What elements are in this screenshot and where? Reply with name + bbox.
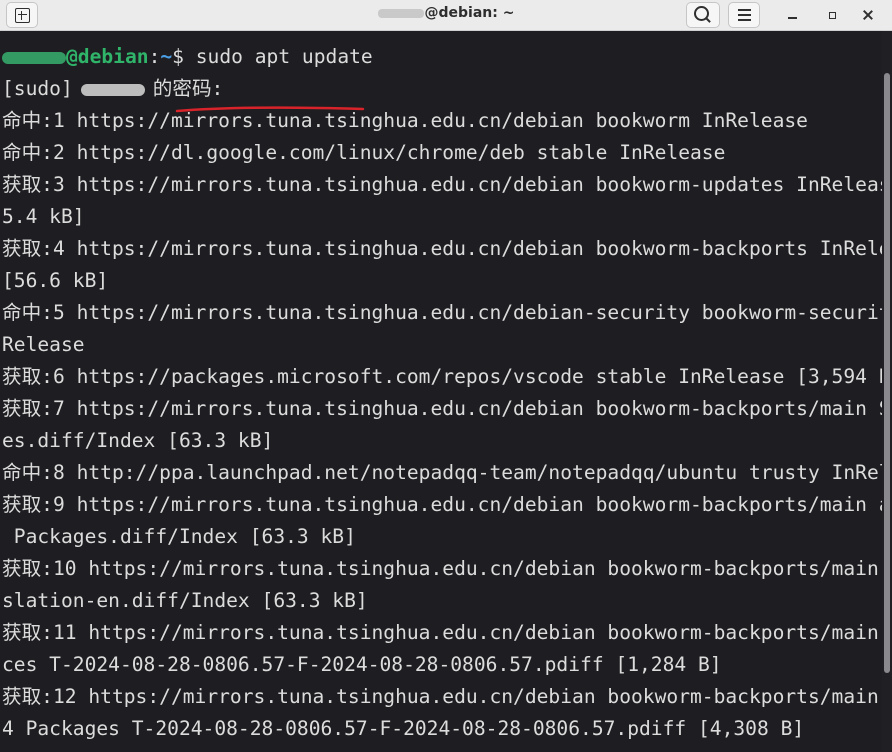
- output-line: 获取:3 https://mirrors.tuna.tsinghua.edu.c…: [2, 173, 882, 196]
- close-button[interactable]: [856, 4, 880, 26]
- search-button[interactable]: [686, 2, 720, 28]
- output-line: 获取:12 https://mirrors.tuna.tsinghua.edu.…: [2, 685, 882, 708]
- redacted-username: [2, 51, 66, 64]
- output-line: 获取:9 https://mirrors.tuna.tsinghua.edu.c…: [2, 493, 882, 516]
- prompt-line: @debian:~$ sudo apt update: [2, 41, 373, 73]
- output-line: 4 Packages T-2024-08-28-0806.57-F-2024-0…: [2, 717, 805, 740]
- output-line: 获取:10 https://mirrors.tuna.tsinghua.edu.…: [2, 557, 882, 580]
- minimize-button[interactable]: [780, 4, 804, 26]
- close-icon: [863, 10, 873, 20]
- output-line: slation-en.diff/Index [63.3 kB]: [2, 589, 368, 612]
- terminal-window: @debian: ~ @debian:~$ sudo apt update [s…: [0, 0, 892, 752]
- output-line: 获取:6 https://packages.microsoft.com/repo…: [2, 365, 882, 388]
- output-line: Packages.diff/Index [63.3 kB]: [2, 525, 356, 548]
- maximize-button[interactable]: [820, 4, 844, 26]
- title-bar: @debian: ~: [0, 0, 892, 31]
- scrollbar[interactable]: [882, 31, 892, 752]
- output-line: es.diff/Index [63.3 kB]: [2, 429, 274, 452]
- output-line: [56.6 kB]: [2, 269, 109, 292]
- red-annotation-underline: [175, 106, 365, 113]
- command-text: sudo apt update: [195, 45, 373, 68]
- search-icon: [693, 5, 709, 21]
- output-line: ces T-2024-08-28-0806.57-F-2024-08-28-08…: [2, 653, 722, 676]
- output-line: Release: [2, 333, 85, 356]
- output-line: 获取:11 https://mirrors.tuna.tsinghua.edu.…: [2, 621, 882, 644]
- hamburger-menu-icon: [737, 9, 751, 11]
- maximize-icon: [828, 11, 836, 19]
- redacted-username: [377, 8, 424, 18]
- output-line: 5.4 kB]: [2, 205, 85, 228]
- minimize-icon: [787, 17, 797, 19]
- redacted-username: [80, 83, 145, 96]
- output-line: 命中:5 https://mirrors.tuna.tsinghua.edu.c…: [2, 301, 882, 324]
- output-line: 命中:8 http://ppa.launchpad.net/notepadqq-…: [2, 461, 882, 484]
- output-line: 命中:1 https://mirrors.tuna.tsinghua.edu.c…: [2, 109, 808, 132]
- terminal-output[interactable]: @debian:~$ sudo apt update [sudo] 的密码: 命中…: [0, 39, 882, 752]
- output-line: 获取:7 https://mirrors.tuna.tsinghua.edu.c…: [2, 397, 882, 420]
- output-line: 命中:2 https://dl.google.com/linux/chrome/…: [2, 141, 726, 164]
- scrollbar-thumb[interactable]: [884, 73, 890, 673]
- output-line: 获取:4 https://mirrors.tuna.tsinghua.edu.c…: [2, 237, 882, 260]
- menu-button[interactable]: [728, 2, 760, 28]
- sudo-password-prompt: [sudo] 的密码:: [2, 77, 224, 100]
